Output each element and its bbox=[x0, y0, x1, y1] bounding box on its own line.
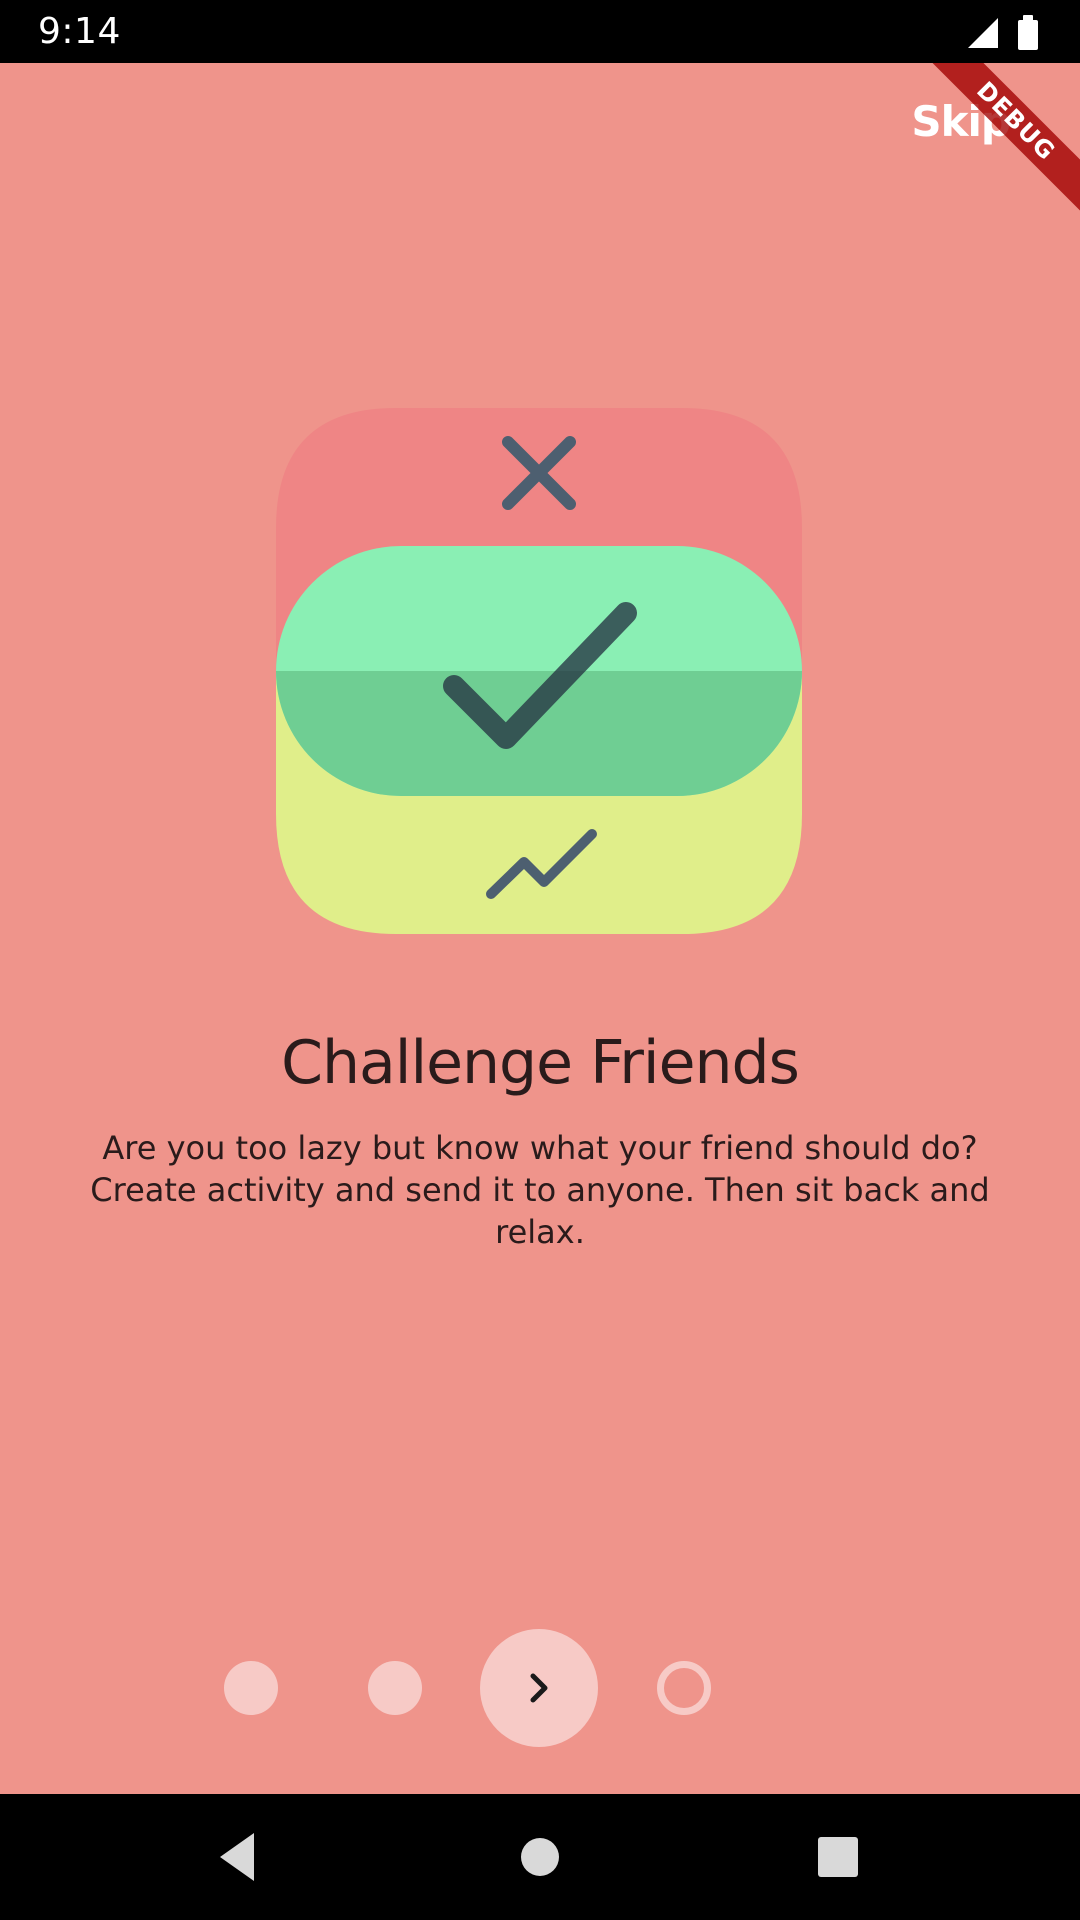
onboarding-page: Skip DEBUG Challenge Friends Are you too… bbox=[0, 63, 1080, 1794]
system-nav-bar bbox=[0, 1794, 1080, 1920]
onboarding-screen: 9:14 Skip DEBUG Challenge Friends Are yo… bbox=[0, 0, 1080, 1920]
status-time: 9:14 bbox=[38, 11, 121, 52]
page-indicator-2[interactable] bbox=[368, 1661, 422, 1715]
skip-button[interactable]: Skip bbox=[911, 97, 1011, 146]
page-indicator-1[interactable] bbox=[224, 1661, 278, 1715]
status-icons bbox=[966, 12, 1046, 52]
recents-icon bbox=[818, 1837, 858, 1877]
battery-icon bbox=[1018, 15, 1038, 50]
status-bar: 9:14 bbox=[0, 0, 1080, 63]
signal-icon bbox=[968, 18, 998, 48]
back-icon bbox=[220, 1833, 254, 1881]
nav-back-button[interactable] bbox=[180, 1794, 300, 1920]
nav-recents-button[interactable] bbox=[778, 1794, 898, 1920]
chevron-right-icon bbox=[530, 1673, 548, 1703]
page-description: Are you too lazy but know what your frie… bbox=[90, 1129, 990, 1251]
onboarding-illustration bbox=[276, 408, 802, 934]
home-icon bbox=[521, 1838, 559, 1876]
nav-home-button[interactable] bbox=[480, 1794, 600, 1920]
page-title: Challenge Friends bbox=[281, 1028, 800, 1098]
page-indicator-4[interactable] bbox=[657, 1661, 711, 1715]
next-button[interactable] bbox=[480, 1629, 598, 1747]
